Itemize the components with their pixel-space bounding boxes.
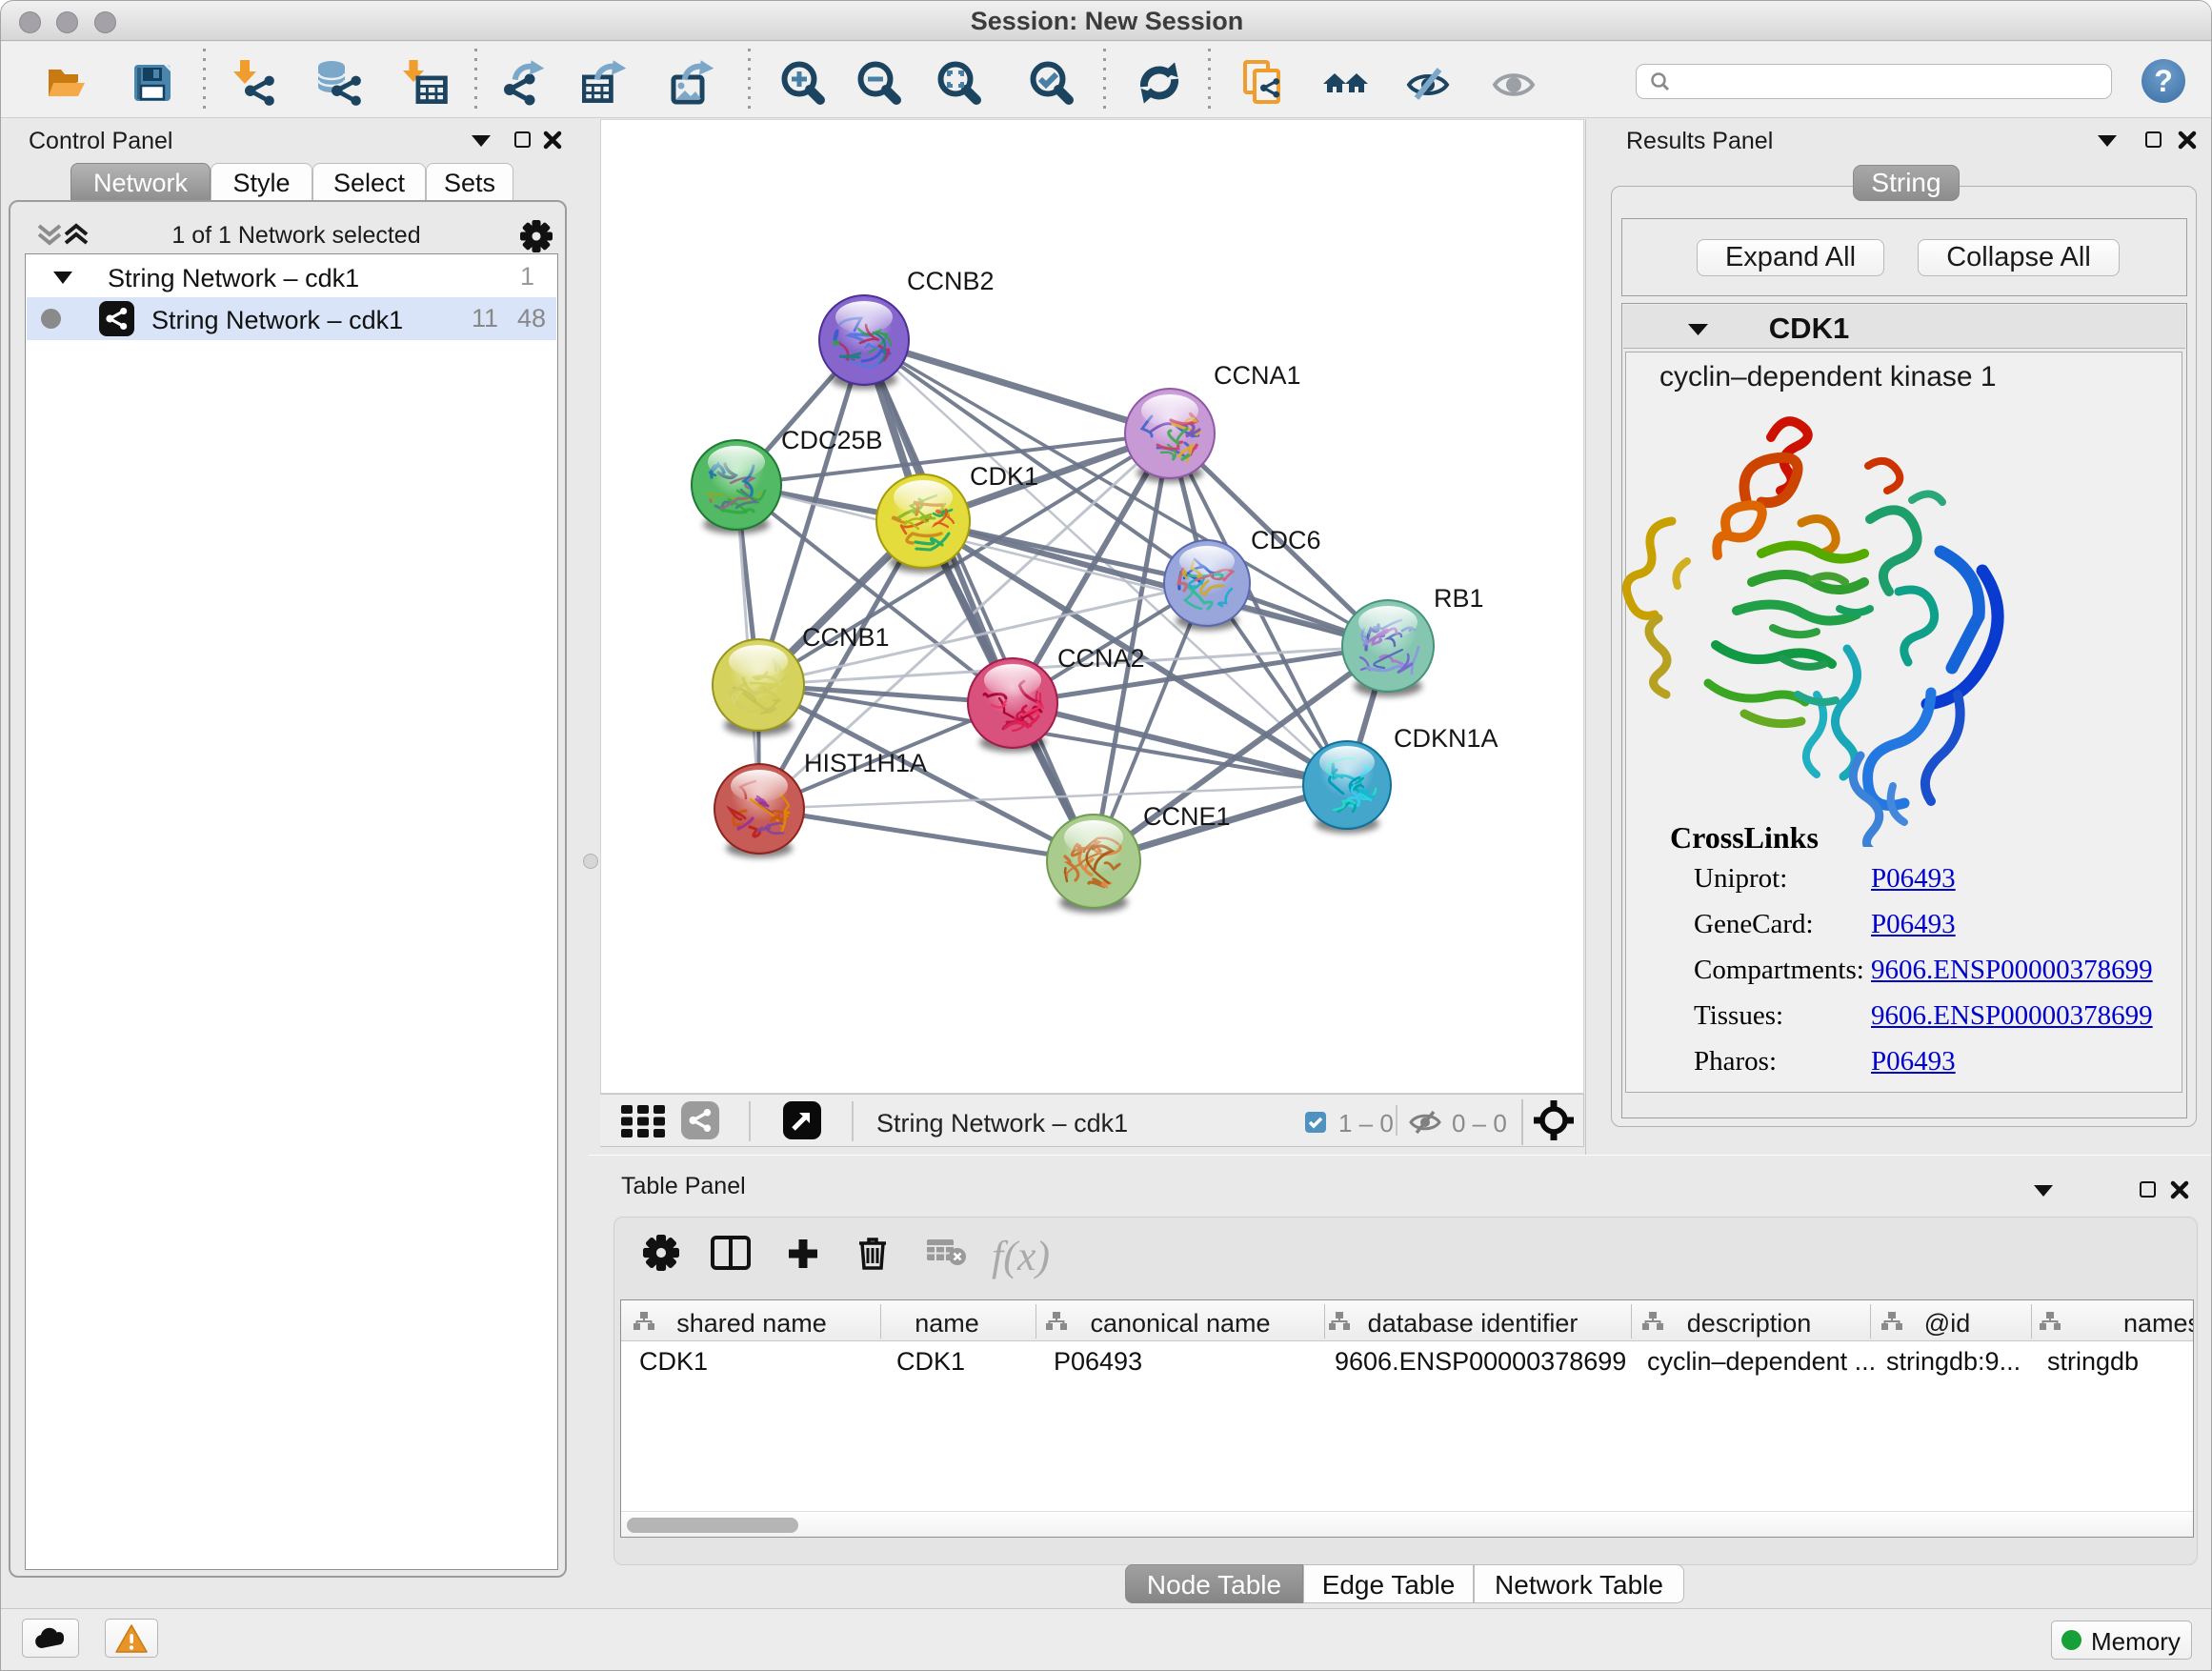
svg-text:CCNA2: CCNA2 [1057, 644, 1145, 673]
svg-text:CDKN1A: CDKN1A [1394, 724, 1498, 753]
svg-text:RB1: RB1 [1434, 584, 1484, 613]
svg-text:CCNA1: CCNA1 [1214, 361, 1301, 390]
svg-text:CDC6: CDC6 [1251, 526, 1321, 554]
svg-text:CCNB2: CCNB2 [907, 267, 995, 295]
svg-text:CCNB1: CCNB1 [802, 623, 890, 652]
svg-text:CDC25B: CDC25B [781, 426, 883, 454]
svg-text:CDK1: CDK1 [970, 462, 1038, 491]
svg-text:HIST1H1A: HIST1H1A [804, 749, 927, 777]
svg-text:CCNE1: CCNE1 [1143, 802, 1231, 831]
